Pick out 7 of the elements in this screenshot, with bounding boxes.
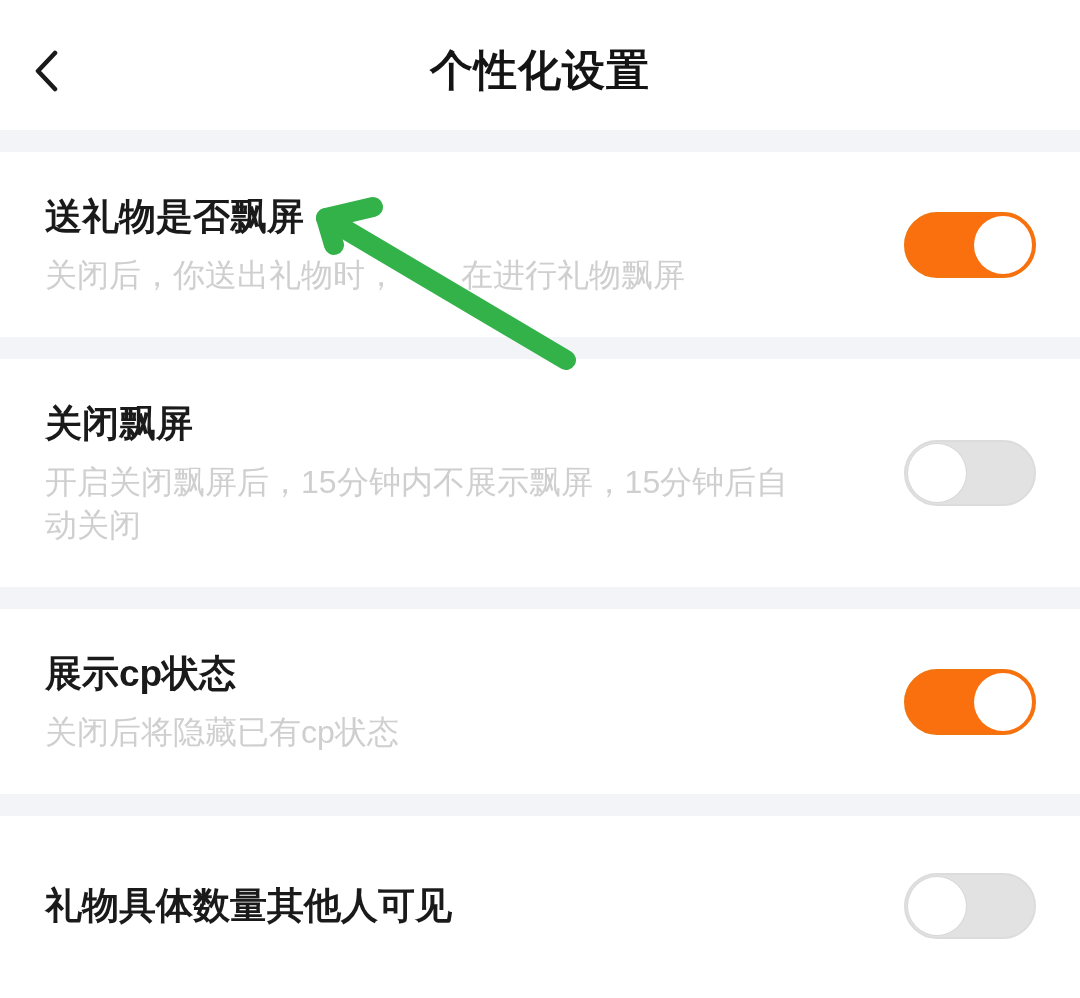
- setting-title: 送礼物是否飘屏: [45, 195, 305, 239]
- setting-title: 关闭飘屏: [45, 402, 194, 446]
- back-button[interactable]: [34, 50, 58, 92]
- setting-title: 展示cp状态: [45, 652, 238, 696]
- page-title: 个性化设置: [430, 45, 650, 96]
- setting-title: 礼物具体数量其他人可见: [45, 884, 453, 928]
- back-icon: [34, 50, 58, 92]
